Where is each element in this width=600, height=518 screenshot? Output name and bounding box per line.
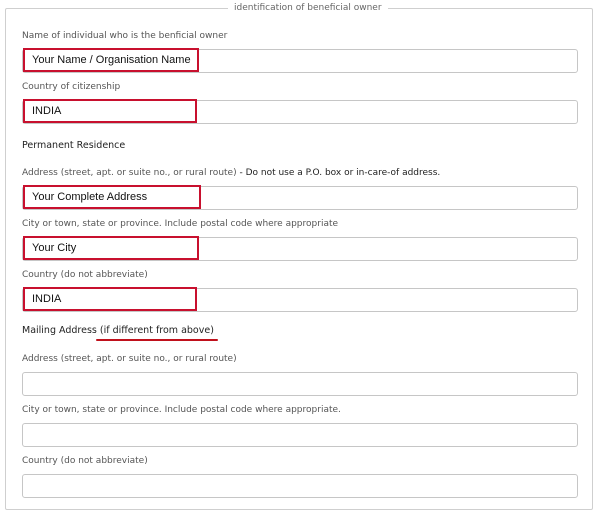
name-field[interactable]: Your Name / Organisation Name: [22, 48, 578, 73]
country-field[interactable]: INDIA: [22, 287, 578, 312]
mailing-city-field[interactable]: [22, 423, 578, 447]
mailing-address-field[interactable]: [22, 372, 578, 396]
mailing-title: Mailing Address: [22, 325, 100, 336]
mailing-address-heading: Mailing Address (if different from above…: [22, 325, 218, 341]
fieldset-legend: identification of beneficial owner: [228, 2, 388, 14]
city-value: Your City: [23, 236, 199, 260]
city-label: City or town, state or province. Include…: [22, 219, 339, 229]
city-field[interactable]: Your City: [22, 236, 578, 261]
mailing-title-note: (if different from above): [95, 325, 218, 341]
permanent-residence-heading: Permanent Residence: [22, 140, 126, 151]
address-field[interactable]: Your Complete Address: [22, 185, 578, 210]
mailing-country-field[interactable]: [22, 474, 578, 498]
citizenship-field[interactable]: INDIA: [22, 99, 578, 124]
mailing-city-label: City or town, state or province. Include…: [22, 405, 341, 415]
name-label: Name of individual who is the benficial …: [22, 31, 228, 41]
address-label: Address (street, apt. or suite no., or r…: [22, 167, 440, 179]
address-note: - Do not use a P.O. box or in-care-of ad…: [236, 168, 441, 178]
address-value: Your Complete Address: [23, 185, 201, 209]
country-label: Country (do not abbreviate): [22, 270, 148, 280]
mailing-country-label: Country (do not abbreviate): [22, 456, 148, 466]
mailing-address-label: Address (street, apt. or suite no., or r…: [22, 354, 237, 364]
citizenship-value: INDIA: [23, 99, 197, 123]
address-label-text: Address (street, apt. or suite no., or r…: [22, 168, 237, 178]
name-value: Your Name / Organisation Name: [23, 48, 199, 72]
citizenship-label: Country of citizenship: [22, 82, 121, 92]
country-value: INDIA: [23, 287, 197, 311]
